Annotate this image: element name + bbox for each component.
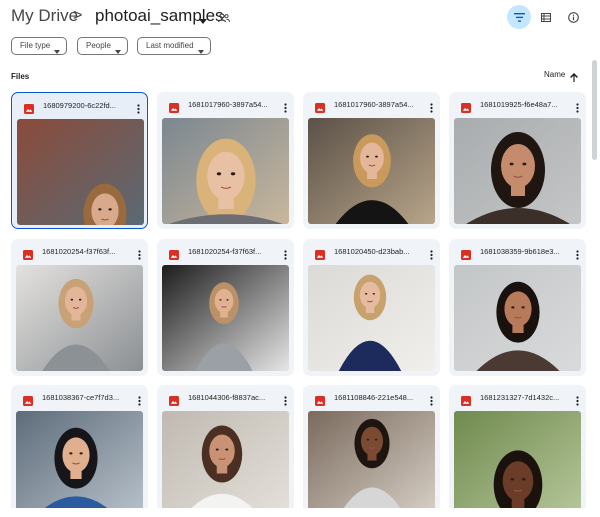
file-card-header: 1681019925-f6e48a7... (449, 92, 586, 118)
file-card[interactable]: 1680979200-6c22fd... (11, 92, 148, 229)
image-file-icon (315, 247, 325, 265)
file-thumbnail (454, 118, 581, 224)
image-file-icon (461, 247, 471, 265)
file-card-header: 1681020254-f37f63f... (157, 239, 294, 265)
more-options-icon[interactable] (430, 247, 433, 265)
file-card[interactable]: 1681020254-f37f63f... (11, 239, 148, 376)
more-options-icon[interactable] (576, 247, 579, 265)
more-options-icon[interactable] (137, 101, 140, 119)
more-options-icon[interactable] (284, 100, 287, 118)
file-card[interactable]: 1681020450-d23bab... (303, 239, 440, 376)
file-card[interactable]: 1681108846-221e548... (303, 385, 440, 517)
file-card-header: 1680979200-6c22fd... (12, 93, 147, 119)
file-card-header: 1681020254-f37f63f... (11, 239, 148, 265)
more-options-icon[interactable] (576, 100, 579, 118)
file-thumbnail (162, 411, 289, 517)
file-card[interactable]: 1681019925-f6e48a7... (449, 92, 586, 229)
more-options-icon[interactable] (576, 393, 579, 411)
image-file-icon (23, 393, 33, 411)
file-thumbnail (308, 118, 435, 224)
file-thumbnail (308, 411, 435, 517)
file-card[interactable]: 1681038367-ce7f7d3... (11, 385, 148, 517)
file-card[interactable]: 1681231327-7d1432c... (449, 385, 586, 517)
file-card-header: 1681017960-3897a54... (157, 92, 294, 118)
file-thumbnail (162, 118, 289, 224)
image-file-icon (24, 101, 34, 119)
file-grid: 1680979200-6c22fd... 1681017960-3897a54.… (0, 0, 600, 517)
file-thumbnail (16, 265, 143, 371)
file-name: 1681017960-3897a54... (334, 100, 414, 109)
more-options-icon[interactable] (138, 393, 141, 411)
image-file-icon (461, 100, 471, 118)
more-options-icon[interactable] (284, 393, 287, 411)
file-card[interactable]: 1681044306-f8837ac... (157, 385, 294, 517)
file-thumbnail (454, 265, 581, 371)
file-card-header: 1681020450-d23bab... (303, 239, 440, 265)
more-options-icon[interactable] (138, 247, 141, 265)
file-card[interactable]: 1681017960-3897a54... (157, 92, 294, 229)
more-options-icon[interactable] (284, 247, 287, 265)
file-thumbnail (16, 411, 143, 517)
image-file-icon (315, 393, 325, 411)
file-name: 1681017960-3897a54... (188, 100, 268, 109)
file-card-header: 1681038367-ce7f7d3... (11, 385, 148, 411)
file-card[interactable]: 1681038359-9b618e3... (449, 239, 586, 376)
file-thumbnail (454, 411, 581, 517)
file-name: 1681044306-f8837ac... (188, 393, 266, 402)
file-name: 1680979200-6c22fd... (43, 101, 116, 110)
image-file-icon (169, 100, 179, 118)
file-thumbnail (308, 265, 435, 371)
file-name: 1681231327-7d1432c... (480, 393, 560, 402)
file-name: 1681038367-ce7f7d3... (42, 393, 120, 402)
file-name: 1681020254-f37f63f... (42, 247, 116, 256)
image-file-icon (169, 247, 179, 265)
image-file-icon (315, 100, 325, 118)
file-name: 1681020450-d23bab... (334, 247, 410, 256)
file-thumbnail (162, 265, 289, 371)
file-card-header: 1681044306-f8837ac... (157, 385, 294, 411)
file-card[interactable]: 1681020254-f37f63f... (157, 239, 294, 376)
image-file-icon (461, 393, 471, 411)
more-options-icon[interactable] (430, 100, 433, 118)
bottom-edge (0, 508, 600, 517)
file-name: 1681020254-f37f63f... (188, 247, 262, 256)
file-card[interactable]: 1681017960-3897a54... (303, 92, 440, 229)
file-thumbnail (17, 119, 144, 225)
file-name: 1681038359-9b618e3... (480, 247, 560, 256)
file-card-header: 1681038359-9b618e3... (449, 239, 586, 265)
file-card-header: 1681108846-221e548... (303, 385, 440, 411)
file-name: 1681108846-221e548... (334, 393, 414, 402)
file-card-header: 1681231327-7d1432c... (449, 385, 586, 411)
file-name: 1681019925-f6e48a7... (480, 100, 558, 109)
more-options-icon[interactable] (430, 393, 433, 411)
file-card-header: 1681017960-3897a54... (303, 92, 440, 118)
image-file-icon (169, 393, 179, 411)
image-file-icon (23, 247, 33, 265)
